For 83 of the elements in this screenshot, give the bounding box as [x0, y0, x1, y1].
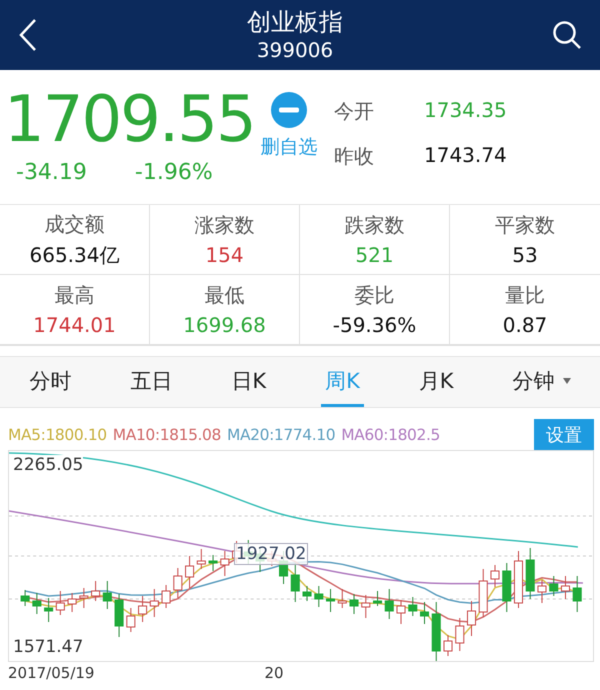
candlestick: [466, 601, 476, 636]
candlestick: [396, 600, 406, 624]
candlestick: [220, 551, 230, 576]
candlestick: [490, 565, 500, 587]
candlestick: [138, 596, 148, 622]
moving-average-label: MA10:1815.08: [112, 426, 221, 444]
candlestick: [455, 618, 464, 651]
candlestick: [361, 595, 370, 618]
stat-value: 1743.74: [424, 143, 507, 169]
stat-value: 1744.01: [33, 313, 116, 337]
percent-change: -1.96%: [134, 160, 213, 185]
candlestick: [290, 563, 300, 602]
candlestick: [173, 568, 182, 598]
stat-label: 平家数: [495, 212, 555, 239]
moving-average-label: MA5:1800.10: [8, 426, 107, 444]
high-marker-label: 1927.02: [234, 543, 308, 565]
index-code: 399006: [256, 37, 334, 63]
candlestick: [44, 598, 54, 622]
period-tab[interactable]: 月K: [414, 357, 458, 407]
candlestick: [443, 635, 453, 656]
date-label: 20: [264, 664, 284, 682]
stat-value: 154: [205, 243, 244, 267]
stat-label: 委比: [354, 282, 394, 309]
price: 1709.55: [4, 82, 255, 159]
candlestick: [502, 563, 512, 612]
candlestick: [79, 588, 88, 608]
stat-value: 0.87: [502, 313, 548, 337]
stat-label: 跌家数: [344, 212, 404, 239]
candlestick: [408, 597, 418, 616]
candlestick: [560, 576, 570, 599]
candlestick: [185, 556, 194, 588]
candlestick: [514, 551, 524, 608]
candlestick: [150, 589, 159, 617]
period-tab[interactable]: 五日: [126, 357, 176, 407]
candlestick: [126, 608, 136, 632]
stat-label: 成交额: [44, 210, 104, 238]
stat-value: 53: [512, 243, 538, 267]
candlestick: [114, 594, 124, 637]
stat-value: 1699.68: [183, 313, 266, 337]
candlestick: [20, 590, 30, 606]
stat-value: 1734.35: [424, 98, 507, 124]
candlestick: [162, 585, 171, 608]
candlestick: [326, 589, 336, 612]
stat-value: -59.36%: [332, 313, 416, 337]
candlestick: [373, 591, 382, 606]
stat-label: 量比: [505, 282, 545, 309]
candlestick: [350, 594, 359, 614]
stat-value: 521: [355, 243, 394, 267]
candlestick: [432, 602, 441, 661]
stat-label: 昨收: [334, 143, 374, 170]
candlestick: [208, 555, 218, 571]
candlestick: [56, 591, 65, 615]
period-tab[interactable]: 日K: [227, 357, 270, 407]
moving-average-label: MA20:1774.10: [226, 426, 336, 444]
candlestick: [302, 586, 312, 601]
back-icon[interactable]: [18, 18, 38, 52]
period-tab[interactable]: 分时: [25, 357, 76, 407]
candlestick: [549, 576, 558, 596]
candlestick: [68, 593, 77, 612]
candlestick: [526, 548, 535, 599]
stat-label: 涨家数: [194, 212, 254, 239]
index-name: 创业板指: [247, 7, 343, 37]
price-change: -34.19: [16, 160, 87, 185]
candlestick: [420, 602, 430, 624]
stat-value: 665.34亿: [30, 242, 120, 268]
search-icon[interactable]: [552, 20, 582, 50]
moving-average-label: MA60:1802.5: [341, 426, 440, 444]
candlestick: [102, 581, 112, 609]
period-tab[interactable]: 分钟: [508, 357, 574, 407]
candlestick: [196, 549, 206, 569]
minus-icon: [271, 92, 308, 128]
stat-label: 今开: [334, 98, 374, 125]
candlestick: [537, 580, 547, 603]
candlestick: [384, 589, 394, 619]
candlestick: [572, 576, 582, 612]
stat-label: 最低: [204, 282, 244, 309]
candlestick: [314, 586, 324, 607]
date-label: 2017/05/19: [8, 664, 94, 682]
candlestick: [91, 581, 100, 601]
stat-label: 最高: [54, 282, 94, 309]
candlestick: [338, 589, 347, 608]
candlestick: [478, 569, 488, 617]
candlestick: [32, 593, 42, 614]
